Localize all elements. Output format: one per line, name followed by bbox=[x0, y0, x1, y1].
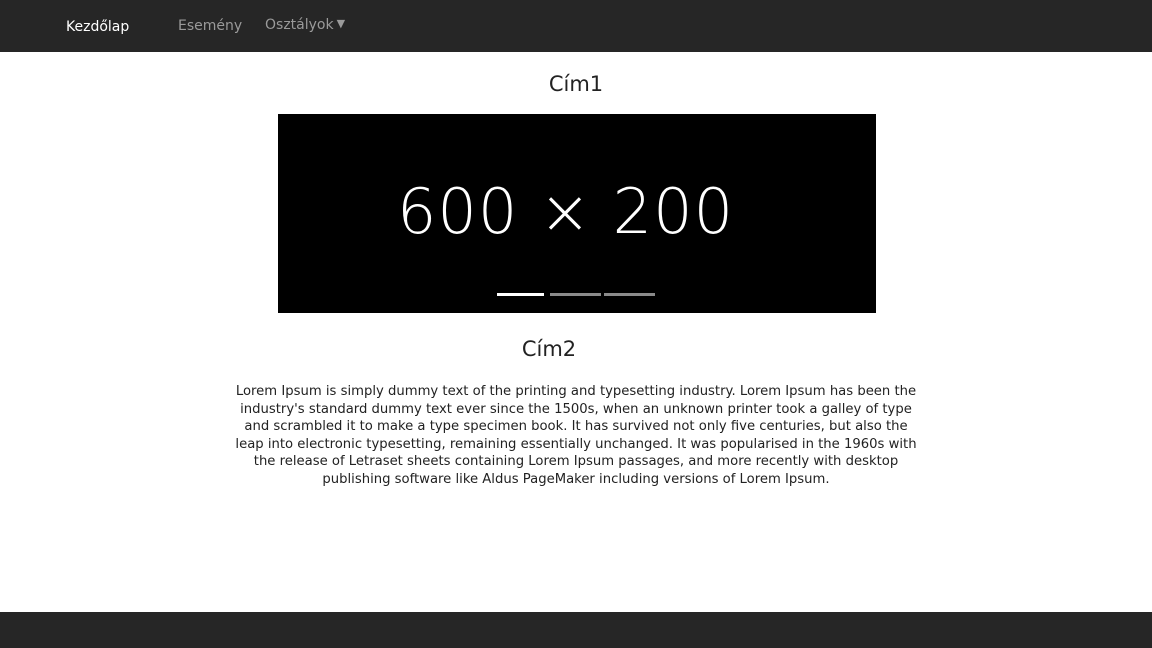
top-navbar: Kezdőlap Esemény Osztályok ▼ bbox=[0, 0, 1152, 52]
nav-item-event[interactable]: Esemény bbox=[178, 0, 242, 52]
caret-down-icon: ▼ bbox=[336, 17, 346, 30]
body-paragraph: Lorem Ipsum is simply dummy text of the … bbox=[235, 384, 917, 487]
nav-item-classes-label: Osztályok bbox=[265, 17, 334, 33]
carousel-indicator-3[interactable] bbox=[604, 293, 655, 296]
carousel-indicator-1[interactable] bbox=[497, 293, 544, 296]
carousel-indicator-2[interactable] bbox=[550, 293, 601, 296]
nav-brand-home-link[interactable]: Kezdőlap bbox=[66, 0, 129, 52]
image-carousel[interactable]: 600 × 200 bbox=[278, 114, 876, 313]
page-title-1: Cím1 bbox=[548, 72, 604, 96]
page-footer bbox=[0, 612, 1152, 648]
section-title-2: Cím2 bbox=[521, 337, 577, 361]
nav-item-classes-dropdown[interactable]: Osztályok ▼ bbox=[265, 0, 345, 52]
carousel-slide-placeholder-label: 600 × 200 bbox=[396, 175, 735, 248]
